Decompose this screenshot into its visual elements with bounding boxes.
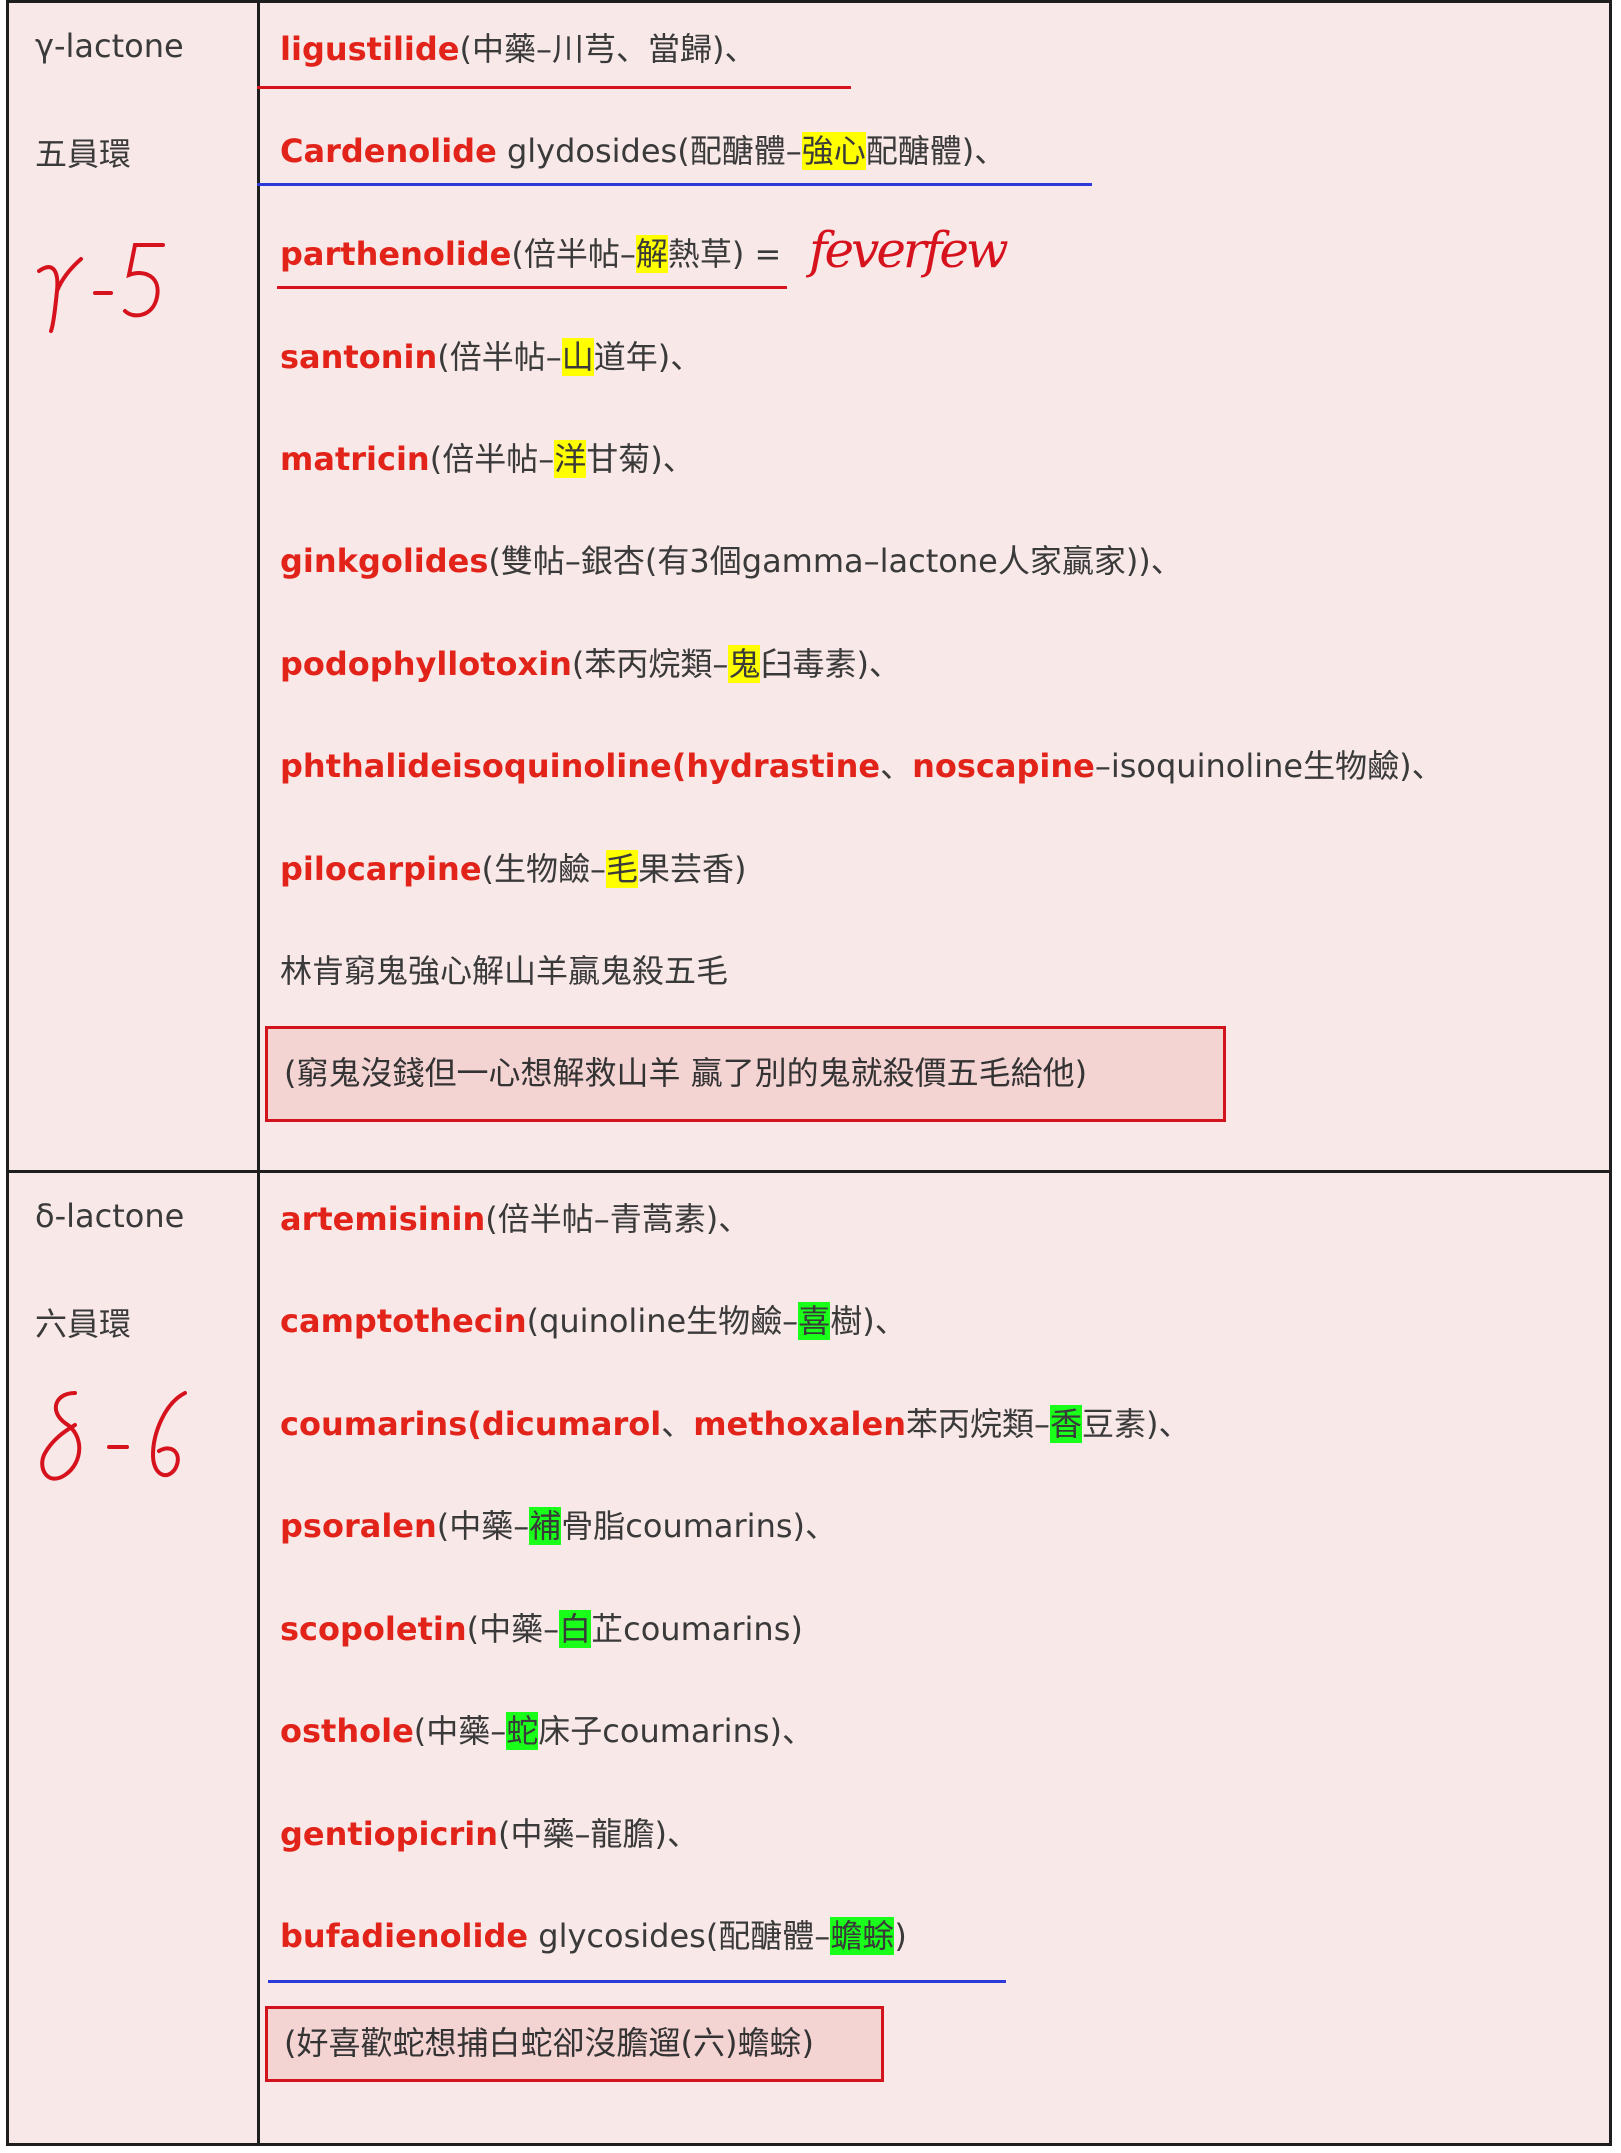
handwritten-feverfew: feverfew <box>809 221 1009 279</box>
compound-detail: 甘菊)、 <box>586 440 695 478</box>
list-item: matricin(倍半帖–洋甘菊)、 <box>280 437 695 481</box>
compound-detail: glycosides(配醣體– <box>528 1917 831 1955</box>
mnemonic-box: (窮鬼沒錢但一心想解救山羊 贏了別的鬼就殺價五毛給他) <box>265 1026 1226 1122</box>
list-item: gentiopicrin(中藥–龍膽)、 <box>280 1812 699 1856</box>
mnemonic-box-text: (好喜歡蛇想捕白蛇卻沒膽遛(六)蟾蜍) <box>284 2024 814 2062</box>
compound-detail: ) <box>894 1917 907 1955</box>
compound-name: gentiopicrin <box>280 1815 499 1853</box>
compound-name: bufadienolide <box>280 1917 529 1955</box>
red-underline <box>277 286 787 289</box>
mnemonic-box-text: (窮鬼沒錢但一心想解救山羊 贏了別的鬼就殺價五毛給他) <box>284 1054 1088 1092</box>
highlighted-char: 毛 <box>606 850 639 888</box>
compound-name: matricin <box>280 440 430 478</box>
compound-detail: 樹)、 <box>830 1302 907 1340</box>
compound-detail: 果芸香) <box>638 850 747 888</box>
mnemonic-text: 林肯窮鬼強心解山羊贏鬼殺五毛 <box>280 949 728 993</box>
highlighted-char: 強心 <box>801 132 866 170</box>
list-item: artemisinin(倍半帖–青蒿素)、 <box>280 1197 750 1241</box>
compound-detail: 豆素)、 <box>1082 1405 1191 1443</box>
handwritten-gamma-5 <box>37 243 165 333</box>
red-underline <box>257 86 851 89</box>
compound-name: psoralen <box>280 1507 437 1545</box>
compound-detail: –isoquinoline生物鹼)、 <box>1094 747 1444 785</box>
compound-detail: (苯丙烷類– <box>571 645 729 683</box>
list-item: psoralen(中藥–補骨脂coumarins)、 <box>280 1504 837 1548</box>
compound-name: santonin <box>280 338 438 376</box>
compound-detail: 骨脂coumarins)、 <box>561 1507 838 1545</box>
compound-detail: (中藥– <box>413 1712 507 1750</box>
compound-detail: (quinoline生物鹼– <box>526 1302 799 1340</box>
list-item: parthenolide(倍半帖–解熱草) = <box>280 232 781 276</box>
separator: 、 <box>880 747 913 785</box>
list-item: coumarins(dicumarol、methoxalen苯丙烷類–香豆素)、 <box>280 1402 1191 1446</box>
mnemonic: 林肯窮鬼強心解山羊贏鬼殺五毛 <box>280 952 729 990</box>
compound-name: scopoletin <box>280 1610 467 1648</box>
highlighted-char: 解 <box>635 235 668 273</box>
list-item: ginkgolides(雙帖–銀杏(有3個gamma–lactone人家贏家))… <box>280 539 1183 583</box>
gamma-lactone-label: γ-lactone <box>35 27 184 65</box>
list-item: Cardenolide glydosides(配醣體–強心配醣體)、 <box>280 129 1006 173</box>
compound-detail: 芷coumarins) <box>591 1610 803 1648</box>
compound-detail: 道年)、 <box>593 338 703 376</box>
compound-detail: (中藥– <box>436 1507 530 1545</box>
compound-detail: (中藥–川芎、當歸)、 <box>459 30 757 68</box>
lactone-table: γ-lactone 五員環 ligustilide(中藥–川芎、當歸)、 Car… <box>6 0 1612 2146</box>
highlighted-char: 補 <box>529 1507 562 1545</box>
compound-name: methoxalen <box>693 1405 906 1443</box>
compound-detail: (雙帖–銀杏(有3個gamma–lactone人家贏家))、 <box>488 542 1183 580</box>
six-ring-label: 六員環 <box>35 1305 132 1343</box>
compound-detail: 熱草) = <box>667 235 782 273</box>
highlighted-char: 洋 <box>554 440 587 478</box>
compound-name: artemisinin <box>280 1200 486 1238</box>
highlighted-char: 喜 <box>798 1302 831 1340</box>
compound-name: parthenolide <box>280 235 512 273</box>
list-item: osthole(中藥–蛇床子coumarins)、 <box>280 1709 814 1753</box>
list-item: pilocarpine(生物鹼–毛果芸香) <box>280 847 747 891</box>
compound-detail: glydosides(配醣體– <box>496 132 802 170</box>
mnemonic-box: (好喜歡蛇想捕白蛇卻沒膽遛(六)蟾蜍) <box>265 2006 884 2082</box>
compound-detail: 苯丙烷類– <box>905 1405 1050 1443</box>
list-item: scopoletin(中藥–白芷coumarins) <box>280 1607 803 1651</box>
list-item: bufadienolide glycosides(配醣體–蟾蜍) <box>280 1914 907 1958</box>
compound-detail: 配醣體)、 <box>865 132 1007 170</box>
list-item: podophyllotoxin(苯丙烷類–鬼臼毒素)、 <box>280 642 901 686</box>
compound-name: pilocarpine <box>280 850 482 888</box>
list-item: camptothecin(quinoline生物鹼–喜樹)、 <box>280 1299 907 1343</box>
compound-detail: (倍半帖– <box>437 338 562 376</box>
compound-detail: (倍半帖–青蒿素)、 <box>485 1200 751 1238</box>
row-divider <box>9 1170 1609 1173</box>
separator: 、 <box>661 1405 694 1443</box>
highlighted-char: 蟾蜍 <box>830 1917 895 1955</box>
compound-detail: 床子coumarins)、 <box>538 1712 815 1750</box>
compound-detail: (中藥– <box>466 1610 560 1648</box>
compound-name: ginkgolides <box>280 542 489 580</box>
compound-name: Cardenolide <box>280 132 497 170</box>
compound-detail: (倍半帖– <box>429 440 555 478</box>
blue-underline <box>268 1980 1006 1983</box>
list-item: phthalideisoquinoline(hydrastine、noscapi… <box>280 744 1444 788</box>
column-divider <box>257 3 260 2143</box>
compound-name: noscapine <box>912 747 1095 785</box>
compound-name: podophyllotoxin <box>280 645 572 683</box>
compound-name: ligustilide <box>280 30 460 68</box>
compound-name: phthalideisoquinoline(hydrastine <box>280 747 881 785</box>
compound-name: camptothecin <box>280 1302 527 1340</box>
compound-name: osthole <box>280 1712 414 1750</box>
compound-name: coumarins(dicumarol <box>280 1405 662 1443</box>
compound-detail: 臼毒素)、 <box>760 645 901 683</box>
compound-detail: (倍半帖– <box>511 235 636 273</box>
list-item: santonin(倍半帖–山道年)、 <box>280 335 702 379</box>
highlighted-char: 山 <box>561 338 594 376</box>
highlighted-char: 蛇 <box>506 1712 539 1750</box>
compound-detail: (中藥–龍膽)、 <box>498 1815 699 1853</box>
highlighted-char: 鬼 <box>728 645 761 683</box>
five-ring-label: 五員環 <box>35 135 132 173</box>
list-item: ligustilide(中藥–川芎、當歸)、 <box>280 27 756 71</box>
highlighted-char: 白 <box>559 1610 592 1648</box>
handwritten-delta-6 <box>40 1391 187 1481</box>
compound-detail: (生物鹼– <box>481 850 607 888</box>
highlighted-char: 香 <box>1050 1405 1083 1443</box>
blue-underline <box>257 183 1092 186</box>
delta-lactone-label: δ-lactone <box>35 1197 185 1235</box>
